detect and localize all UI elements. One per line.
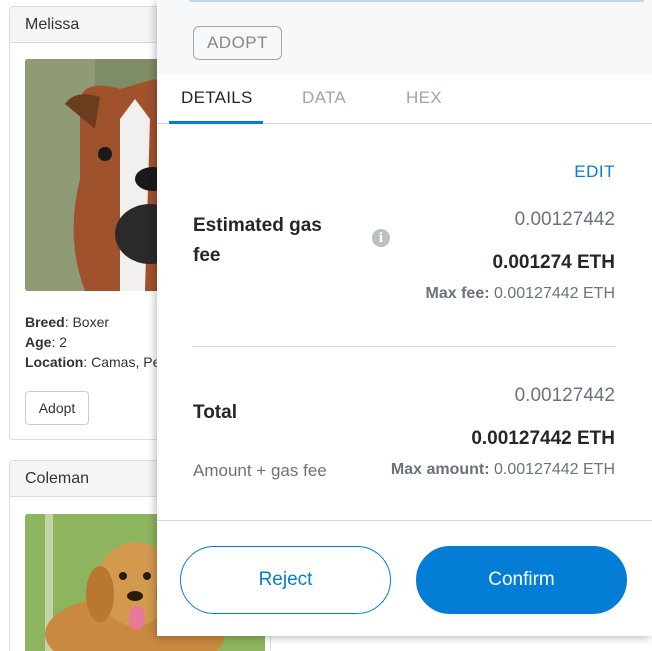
max-amount-value: 0.00127442 ETH xyxy=(494,461,615,478)
modal-header: ADOPT xyxy=(157,0,652,74)
info-icon[interactable]: i xyxy=(372,229,390,247)
max-amount-label: Max amount: xyxy=(390,461,490,478)
age-label: Age xyxy=(25,334,52,350)
tab-bar: DETAILS DATA HEX xyxy=(157,74,652,124)
reject-button[interactable]: Reject xyxy=(180,546,391,614)
gas-fee-label: Estimated gas fee xyxy=(193,215,322,266)
gas-fee-secondary: 0.00127442 xyxy=(514,209,615,230)
gas-fee-primary: 0.001274 ETH xyxy=(492,252,615,273)
confirm-button[interactable]: Confirm xyxy=(416,546,627,614)
tab-data[interactable]: DATA xyxy=(302,88,346,108)
method-chip: ADOPT xyxy=(193,26,282,60)
max-fee-label: Max fee: xyxy=(425,285,490,302)
max-fee-value: 0.00127442 ETH xyxy=(494,285,615,302)
breed-value: Boxer xyxy=(72,314,110,330)
details-panel: EDIT Estimated gas fee i 0.00127442 0.00… xyxy=(157,124,652,520)
location-value: Camas, Pe xyxy=(91,354,161,370)
location-label: Location xyxy=(25,354,84,370)
tab-hex[interactable]: HEX xyxy=(406,88,442,108)
age-value: 2 xyxy=(59,334,68,350)
header-accent-line xyxy=(189,0,644,2)
modal-footer: Reject Confirm xyxy=(157,520,652,636)
tab-details[interactable]: DETAILS xyxy=(181,88,253,108)
total-sub-label: Amount + gas fee xyxy=(193,461,327,480)
total-label: Total xyxy=(193,402,237,423)
pet-details: Breed: Boxer Age: 2 Location: Camas, Pe xyxy=(25,314,161,370)
breed-label: Breed xyxy=(25,314,65,330)
section-divider xyxy=(193,346,615,347)
total-primary: 0.00127442 ETH xyxy=(471,428,615,449)
transaction-confirmation-modal: ADOPT DETAILS DATA HEX EDIT Estimated ga… xyxy=(157,0,652,636)
total-max-amount: Max amount: 0.00127442 ETH xyxy=(391,461,615,479)
adopt-button[interactable]: Adopt xyxy=(25,391,89,425)
edit-gas-link[interactable]: EDIT xyxy=(574,162,615,182)
total-secondary: 0.00127442 xyxy=(514,385,615,406)
gas-max-fee: Max fee: 0.00127442 ETH xyxy=(426,285,615,303)
page: Melissa Breed: Boxer Age: 2 Location: Ca… xyxy=(0,0,652,651)
